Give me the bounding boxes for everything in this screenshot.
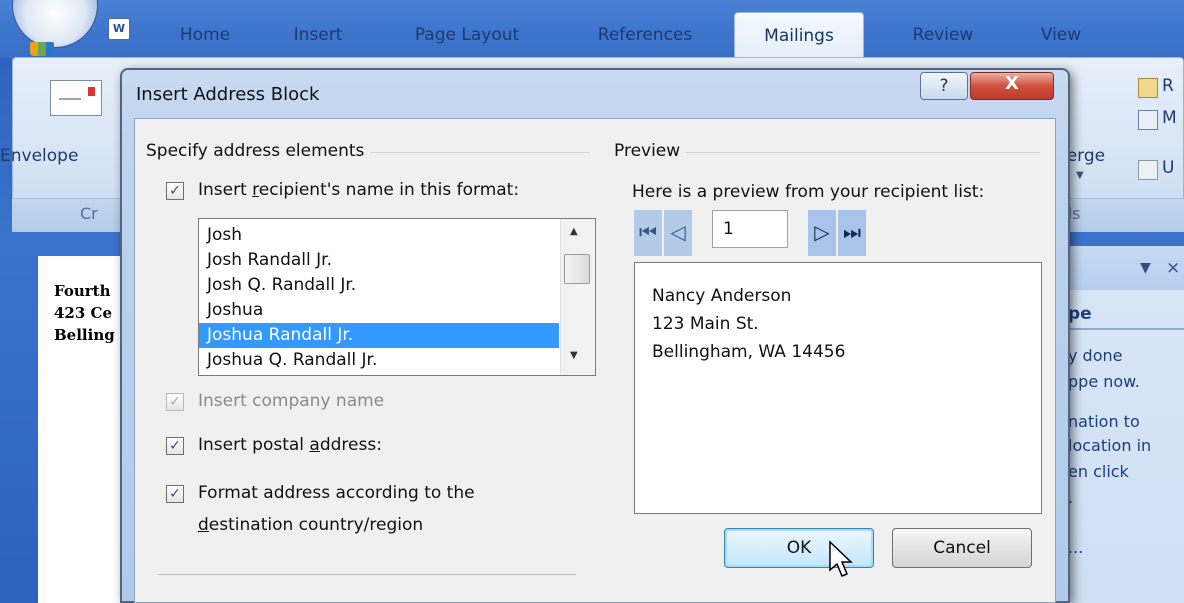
tab-references[interactable]: References [575, 12, 715, 58]
envelopes-button-label[interactable]: Envelope [0, 146, 78, 166]
postal-address-checkbox[interactable]: ✓ [166, 437, 184, 455]
tab-page-layout[interactable]: Page Layout [392, 12, 542, 58]
format-address-label-line2[interactable]: destination country/region [198, 515, 423, 535]
list-item[interactable]: Josh Randall Jr. [199, 248, 559, 273]
rules-label[interactable]: R [1162, 76, 1174, 96]
tab-home[interactable]: Home [160, 12, 250, 58]
mouse-pointer-icon [829, 540, 853, 577]
scroll-down-arrow-icon[interactable]: ▼ [570, 350, 578, 361]
chevron-down-icon[interactable]: ▼ [1076, 170, 1084, 181]
document-line: 423 Ce [54, 304, 113, 322]
preview-address-line: 123 Main St. [652, 314, 759, 334]
record-number-input[interactable]: 1 [712, 210, 788, 248]
task-pane-divider [1060, 328, 1184, 330]
company-name-label: Insert company name [198, 391, 385, 411]
format-address-checkbox[interactable]: ✓ [166, 485, 184, 503]
format-address-label-line1[interactable]: Format address according to the [198, 483, 475, 503]
match-fields-label[interactable]: M [1162, 108, 1177, 128]
company-name-checkbox: ✓ [166, 393, 184, 411]
recipient-name-label[interactable]: Insert recipient's name in this format: [198, 180, 519, 200]
tab-review[interactable]: Review [888, 12, 998, 58]
list-item[interactable]: Josh [199, 223, 559, 248]
envelope-icon[interactable] [50, 80, 102, 116]
cancel-button[interactable]: Cancel [892, 528, 1032, 568]
address-elements-group-label: Specify address elements [146, 141, 371, 161]
recipient-name-checkbox[interactable]: ✓ [166, 182, 184, 200]
office-logo-icon [30, 42, 54, 56]
help-button[interactable]: ? [920, 72, 968, 100]
list-item[interactable]: Josh Q. Randall Jr. [199, 273, 559, 298]
close-button[interactable]: X [970, 72, 1054, 100]
list-item[interactable]: Joshua [199, 298, 559, 323]
name-format-list[interactable]: Josh Josh Randall Jr. Josh Q. Randall Jr… [198, 218, 596, 376]
task-pane-text: nation to [1068, 412, 1140, 431]
postal-address-label[interactable]: Insert postal address: [198, 435, 382, 455]
list-item[interactable]: Joshua Q. Randall Jr. [199, 348, 559, 373]
group-divider [158, 574, 576, 575]
update-labels-icon[interactable] [1138, 160, 1158, 180]
update-labels-label[interactable]: U [1162, 158, 1174, 178]
task-pane-text: en click [1068, 462, 1129, 481]
close-icon[interactable]: × [1166, 258, 1180, 278]
preview-description: Here is a preview from your recipient li… [632, 182, 985, 202]
task-pane-link[interactable]: ... [1068, 538, 1083, 557]
preview-address-line: Nancy Anderson [652, 286, 792, 306]
preview-group-label: Preview [614, 141, 687, 161]
task-pane-text: location in [1068, 436, 1152, 455]
preview-address-line: Bellingham, WA 14456 [652, 342, 846, 362]
scroll-thumb[interactable] [564, 254, 590, 284]
create-group-label: Cr [80, 204, 98, 223]
chevron-down-icon[interactable]: ▼ [1140, 260, 1151, 276]
task-pane-text: ppe now. [1068, 372, 1140, 391]
match-fields-icon[interactable] [1138, 110, 1158, 130]
first-record-icon[interactable]: ⏮ [634, 210, 662, 256]
document-line: Fourth [54, 282, 111, 300]
word-icon[interactable]: W [108, 18, 130, 40]
next-record-icon[interactable]: ▷ [808, 210, 836, 256]
task-pane-text: y done [1068, 346, 1123, 365]
tab-view[interactable]: View [1016, 12, 1106, 58]
tab-mailings[interactable]: Mailings [734, 12, 864, 58]
scroll-up-arrow-icon[interactable]: ▲ [570, 226, 578, 237]
dialog-title: Insert Address Block [136, 84, 320, 105]
document-line: Belling [54, 326, 115, 344]
task-pane-title: pe [1068, 304, 1092, 324]
last-record-icon[interactable]: ⏭ [838, 210, 866, 256]
list-item-selected[interactable]: Joshua Randall Jr. [199, 323, 559, 348]
tab-insert[interactable]: Insert [270, 12, 366, 58]
rules-icon[interactable] [1138, 78, 1158, 98]
previous-record-icon[interactable]: ◁ [664, 210, 692, 256]
